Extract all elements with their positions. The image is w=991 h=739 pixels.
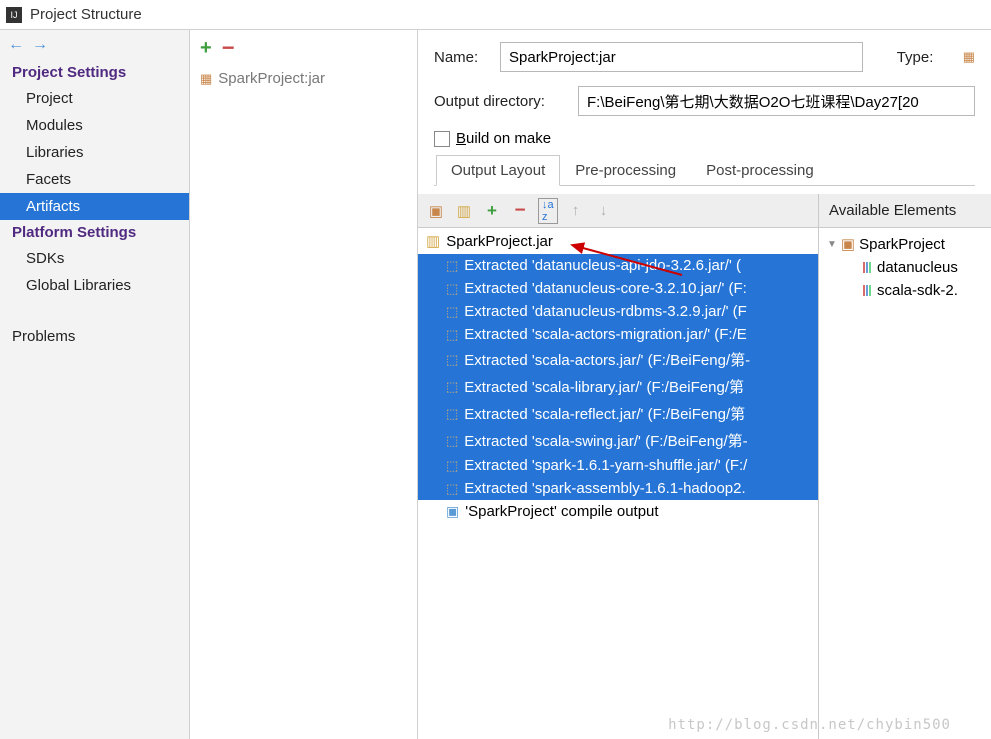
output-dir-label: Output directory:: [434, 93, 564, 110]
extracted-item[interactable]: ⬚Extracted 'datanucleus-core-3.2.10.jar/…: [418, 277, 818, 300]
tab-output-layout[interactable]: Output Layout: [436, 155, 560, 186]
sidebar-item-sdks[interactable]: SDKs: [0, 245, 189, 272]
available-elements-panel: Available Elements ▼ ▣ SparkProject data…: [819, 194, 991, 739]
extracted-item[interactable]: ⬚Extracted 'datanucleus-rdbms-3.2.9.jar/…: [418, 300, 818, 323]
artifacts-list-panel: + − ▦ SparkProject:jar: [190, 30, 418, 739]
artifact-list-item[interactable]: ▦ SparkProject:jar: [190, 66, 417, 91]
library-label: scala-sdk-2.: [877, 282, 958, 299]
available-library-item[interactable]: datanucleus: [823, 256, 987, 279]
sidebar-item-global-libraries[interactable]: Global Libraries: [0, 272, 189, 299]
sidebar-item-artifacts[interactable]: Artifacts: [0, 193, 189, 220]
add-copy-icon[interactable]: +: [482, 201, 502, 221]
output-dir-row: Output directory:: [434, 86, 975, 116]
jar-icon: ▥: [426, 232, 440, 250]
output-dir-input[interactable]: [578, 86, 975, 116]
extract-icon: ⬚: [446, 433, 458, 449]
build-on-make-row: Build on make: [434, 130, 975, 147]
main-panel: Name: Type: ▦ Output directory: Build on…: [418, 30, 991, 739]
section-platform-settings: Platform Settings: [0, 220, 189, 245]
sidebar-item-problems[interactable]: Problems: [0, 323, 189, 350]
build-on-make-label: Build on make: [456, 130, 551, 147]
tab-pre-processing[interactable]: Pre-processing: [560, 155, 691, 185]
extract-icon: ⬚: [446, 258, 458, 274]
extracted-item[interactable]: ⬚Extracted 'scala-library.jar/' (F:/BeiF…: [418, 373, 818, 400]
output-layout-panel: ▣ ▥ + − ↓az ↑ ↓ ▥ SparkProject.jar ⬚Extr…: [418, 194, 819, 739]
tabs: Output Layout Pre-processing Post-proces…: [434, 155, 975, 186]
move-down-icon: ↓: [594, 202, 614, 219]
sidebar-item-modules[interactable]: Modules: [0, 112, 189, 139]
module-icon: ▣: [841, 235, 855, 253]
output-root[interactable]: ▥ SparkProject.jar: [418, 228, 818, 254]
name-row: Name: Type: ▦: [434, 42, 975, 72]
watermark: http://blog.csdn.net/chybin500: [668, 717, 951, 733]
available-library-item[interactable]: scala-sdk-2.: [823, 279, 987, 302]
extracted-item[interactable]: ⬚Extracted 'scala-swing.jar/' (F:/BeiFen…: [418, 427, 818, 454]
window-title: Project Structure: [30, 6, 142, 23]
artifact-name: SparkProject:jar: [218, 70, 325, 87]
add-artifact-icon[interactable]: +: [200, 37, 212, 60]
content-area: ← → Project Settings Project Modules Lib…: [0, 30, 991, 739]
extract-icon: ⬚: [446, 406, 458, 422]
app-icon: IJ: [6, 7, 22, 23]
create-dir-icon[interactable]: ▣: [426, 202, 446, 220]
type-icon: ▦: [963, 49, 975, 65]
type-label: Type:: [897, 49, 949, 66]
compile-output-icon: ▣: [446, 503, 459, 520]
extracted-item[interactable]: ⬚Extracted 'scala-actors-migration.jar/'…: [418, 323, 818, 346]
expand-triangle-icon[interactable]: ▼: [827, 239, 837, 250]
back-arrow-icon[interactable]: ←: [8, 36, 24, 54]
available-elements-header: Available Elements: [819, 194, 991, 228]
available-tree: ▼ ▣ SparkProject datanucleus scala-sdk-2…: [819, 228, 991, 306]
name-input[interactable]: [500, 42, 863, 72]
output-tree: ▥ SparkProject.jar ⬚Extracted 'datanucle…: [418, 228, 818, 739]
library-label: datanucleus: [877, 259, 958, 276]
sidebar: ← → Project Settings Project Modules Lib…: [0, 30, 190, 739]
available-root-label: SparkProject: [859, 236, 945, 253]
build-on-make-checkbox[interactable]: [434, 131, 450, 147]
titlebar: IJ Project Structure: [0, 0, 991, 30]
name-label: Name:: [434, 49, 486, 66]
move-up-icon: ↑: [566, 202, 586, 219]
layout-area: ▣ ▥ + − ↓az ↑ ↓ ▥ SparkProject.jar ⬚Extr…: [418, 194, 991, 739]
output-root-label: SparkProject.jar: [446, 233, 553, 250]
artifacts-toolbar: + −: [190, 30, 417, 66]
create-archive-icon[interactable]: ▥: [454, 202, 474, 220]
extract-icon: ⬚: [446, 352, 458, 368]
sidebar-item-libraries[interactable]: Libraries: [0, 139, 189, 166]
extract-icon: ⬚: [446, 458, 458, 474]
extract-icon: ⬚: [446, 481, 458, 497]
form-area: Name: Type: ▦ Output directory: Build on…: [418, 30, 991, 194]
extracted-item[interactable]: ⬚Extracted 'spark-1.6.1-yarn-shuffle.jar…: [418, 454, 818, 477]
sidebar-item-facets[interactable]: Facets: [0, 166, 189, 193]
remove-item-icon[interactable]: −: [510, 200, 530, 222]
sidebar-item-project[interactable]: Project: [0, 85, 189, 112]
forward-arrow-icon[interactable]: →: [32, 36, 48, 54]
extracted-item[interactable]: ⬚Extracted 'scala-actors.jar/' (F:/BeiFe…: [418, 346, 818, 373]
jar-artifact-icon: ▦: [200, 71, 212, 87]
extracted-item[interactable]: ⬚Extracted 'datanucleus-api-jdo-3.2.6.ja…: [418, 254, 818, 277]
available-root[interactable]: ▼ ▣ SparkProject: [823, 232, 987, 256]
sort-icon[interactable]: ↓az: [538, 198, 558, 224]
extracted-item[interactable]: ⬚Extracted 'spark-assembly-1.6.1-hadoop2…: [418, 477, 818, 500]
compile-output-item[interactable]: ▣'SparkProject' compile output: [418, 500, 818, 523]
extract-icon: ⬚: [446, 379, 458, 395]
extract-icon: ⬚: [446, 327, 458, 343]
sidebar-nav: ← →: [0, 30, 189, 60]
output-toolbar: ▣ ▥ + − ↓az ↑ ↓: [418, 194, 818, 228]
section-project-settings: Project Settings: [0, 60, 189, 85]
tab-post-processing[interactable]: Post-processing: [691, 155, 829, 185]
extracted-item[interactable]: ⬚Extracted 'scala-reflect.jar/' (F:/BeiF…: [418, 400, 818, 427]
library-icon: [863, 285, 871, 296]
library-icon: [863, 262, 871, 273]
extract-icon: ⬚: [446, 281, 458, 297]
extract-icon: ⬚: [446, 304, 458, 320]
remove-artifact-icon[interactable]: −: [222, 35, 235, 61]
